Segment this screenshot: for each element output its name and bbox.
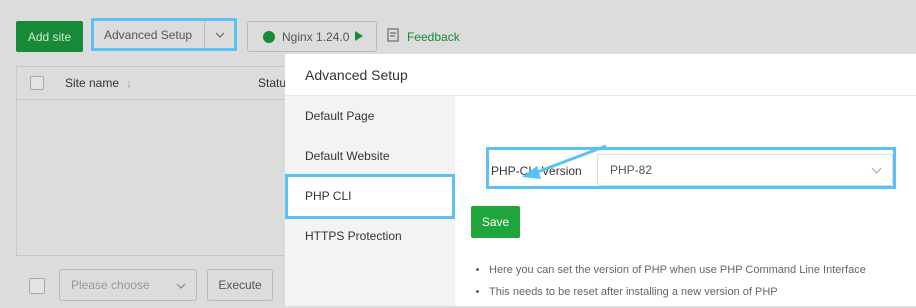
annotation-arrow xyxy=(522,144,607,179)
